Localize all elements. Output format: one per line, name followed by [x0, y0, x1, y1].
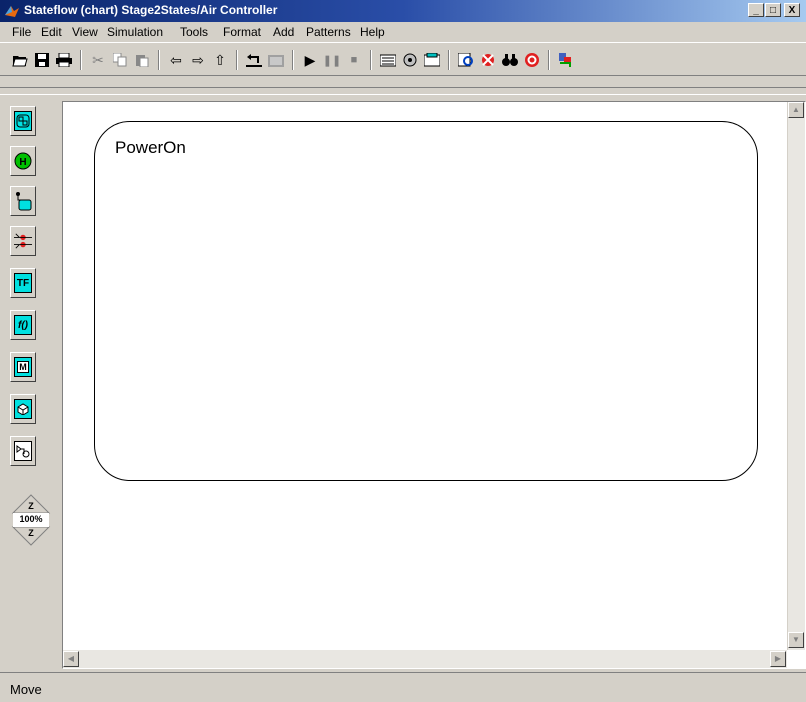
find-binoculars-icon[interactable] — [500, 51, 520, 69]
zoom-control: Z 100% Z — [10, 494, 52, 546]
back-arrow-icon[interactable]: ⇦ — [166, 51, 186, 69]
menu-format[interactable]: Format — [223, 25, 261, 39]
state-poweron[interactable]: PowerOn — [94, 121, 758, 481]
toolbar-separator — [448, 50, 450, 70]
title-bar: Stateflow (chart) Stage2States/Air Contr… — [0, 0, 806, 22]
undo-icon[interactable] — [244, 51, 264, 69]
default-transition-button[interactable] — [10, 186, 36, 216]
breakpoint-icon[interactable] — [478, 51, 498, 69]
up-arrow-icon[interactable]: ⇧ — [210, 51, 230, 69]
zoom-out-button[interactable]: Z — [10, 528, 52, 538]
vertical-scrollbar[interactable]: ▲ ▼ — [787, 102, 805, 650]
stop-simulation-icon[interactable]: ■ — [344, 51, 364, 69]
menu-add[interactable]: Add — [273, 25, 294, 39]
zoom-level: 100% — [19, 514, 43, 524]
cut-icon[interactable]: ✂ — [88, 51, 108, 69]
horizontal-scrollbar[interactable]: ◀ ▶ — [63, 650, 787, 668]
build-icon[interactable] — [378, 51, 398, 69]
minimize-button[interactable]: _ — [748, 3, 764, 17]
status-bar: Move — [0, 672, 806, 702]
simulink-icon[interactable] — [556, 51, 576, 69]
menu-file[interactable]: File — [12, 25, 31, 39]
status-text: Move — [10, 682, 42, 697]
scroll-down-button[interactable]: ▼ — [788, 632, 804, 648]
toolbar-separator — [370, 50, 372, 70]
model-explorer-icon[interactable] — [422, 51, 442, 69]
chart-canvas[interactable]: PowerOn — [64, 103, 787, 649]
state-tool-icon — [14, 111, 32, 131]
menu-patterns[interactable]: Patterns — [306, 25, 351, 39]
toolbar-separator — [80, 50, 82, 70]
toolbar-separator — [158, 50, 160, 70]
toolbar: ✂ ⇦ ⇨ ⇧ ▶ ❚❚ ■ — [0, 42, 806, 76]
debug-icon[interactable] — [456, 51, 476, 69]
zoom-in-button[interactable]: Z — [10, 501, 52, 511]
close-button[interactable]: X — [784, 3, 800, 17]
connective-junction-icon — [14, 231, 32, 251]
toolbar-separator — [548, 50, 550, 70]
pause-simulation-icon[interactable]: ❚❚ — [322, 51, 342, 69]
scroll-right-button[interactable]: ▶ — [770, 651, 786, 667]
window-title: Stateflow (chart) Stage2States/Air Contr… — [24, 3, 278, 17]
scroll-left-button[interactable]: ◀ — [63, 651, 79, 667]
default-transition-icon — [14, 191, 32, 211]
scroll-up-button[interactable]: ▲ — [788, 102, 804, 118]
embedded-matlab-button[interactable]: M — [10, 352, 36, 382]
paste-icon[interactable] — [132, 51, 152, 69]
graphical-function-icon: f() — [14, 315, 32, 335]
state-label[interactable]: PowerOn — [115, 138, 186, 158]
menu-edit[interactable]: Edit — [41, 25, 62, 39]
embedded-matlab-icon: M — [14, 357, 32, 377]
box-icon — [14, 399, 32, 419]
menu-tools[interactable]: Tools — [180, 25, 208, 39]
toolbar-separator — [236, 50, 238, 70]
state-tool-button[interactable] — [10, 106, 36, 136]
start-simulation-icon[interactable]: ▶ — [300, 51, 320, 69]
build-all-icon[interactable] — [400, 51, 420, 69]
menu-bar: File Edit View Simulation Tools Format A… — [0, 22, 806, 42]
redo-icon[interactable] — [266, 51, 286, 69]
open-folder-icon[interactable] — [10, 51, 30, 69]
save-icon[interactable] — [32, 51, 52, 69]
toolbar-separator — [292, 50, 294, 70]
history-junction-button[interactable]: H — [10, 146, 36, 176]
embedded-matlab-label: M — [17, 361, 29, 373]
chart-canvas-frame: PowerOn ▲ ▼ ◀ ▶ — [62, 101, 806, 669]
history-junction-label: H — [19, 157, 26, 168]
truth-table-icon: TF — [14, 273, 32, 293]
simulink-function-button[interactable] — [10, 436, 36, 466]
menu-simulation[interactable]: Simulation — [107, 25, 163, 39]
forward-arrow-icon[interactable]: ⇨ — [188, 51, 208, 69]
connective-junction-button[interactable] — [10, 226, 36, 256]
simulink-function-icon — [14, 441, 32, 461]
toolbar-divider — [0, 87, 806, 95]
target-icon[interactable] — [522, 51, 542, 69]
graphical-function-label: f() — [18, 319, 28, 331]
history-junction-icon: H — [14, 151, 32, 171]
box-button[interactable] — [10, 394, 36, 424]
truth-table-button[interactable]: TF — [10, 268, 36, 298]
matlab-logo-icon — [5, 6, 19, 17]
maximize-button[interactable]: □ — [765, 3, 781, 17]
menu-help[interactable]: Help — [360, 25, 385, 39]
truth-table-label: TF — [16, 277, 30, 289]
copy-icon[interactable] — [110, 51, 130, 69]
graphical-function-button[interactable]: f() — [10, 310, 36, 340]
print-icon[interactable] — [54, 51, 74, 69]
menu-view[interactable]: View — [72, 25, 98, 39]
